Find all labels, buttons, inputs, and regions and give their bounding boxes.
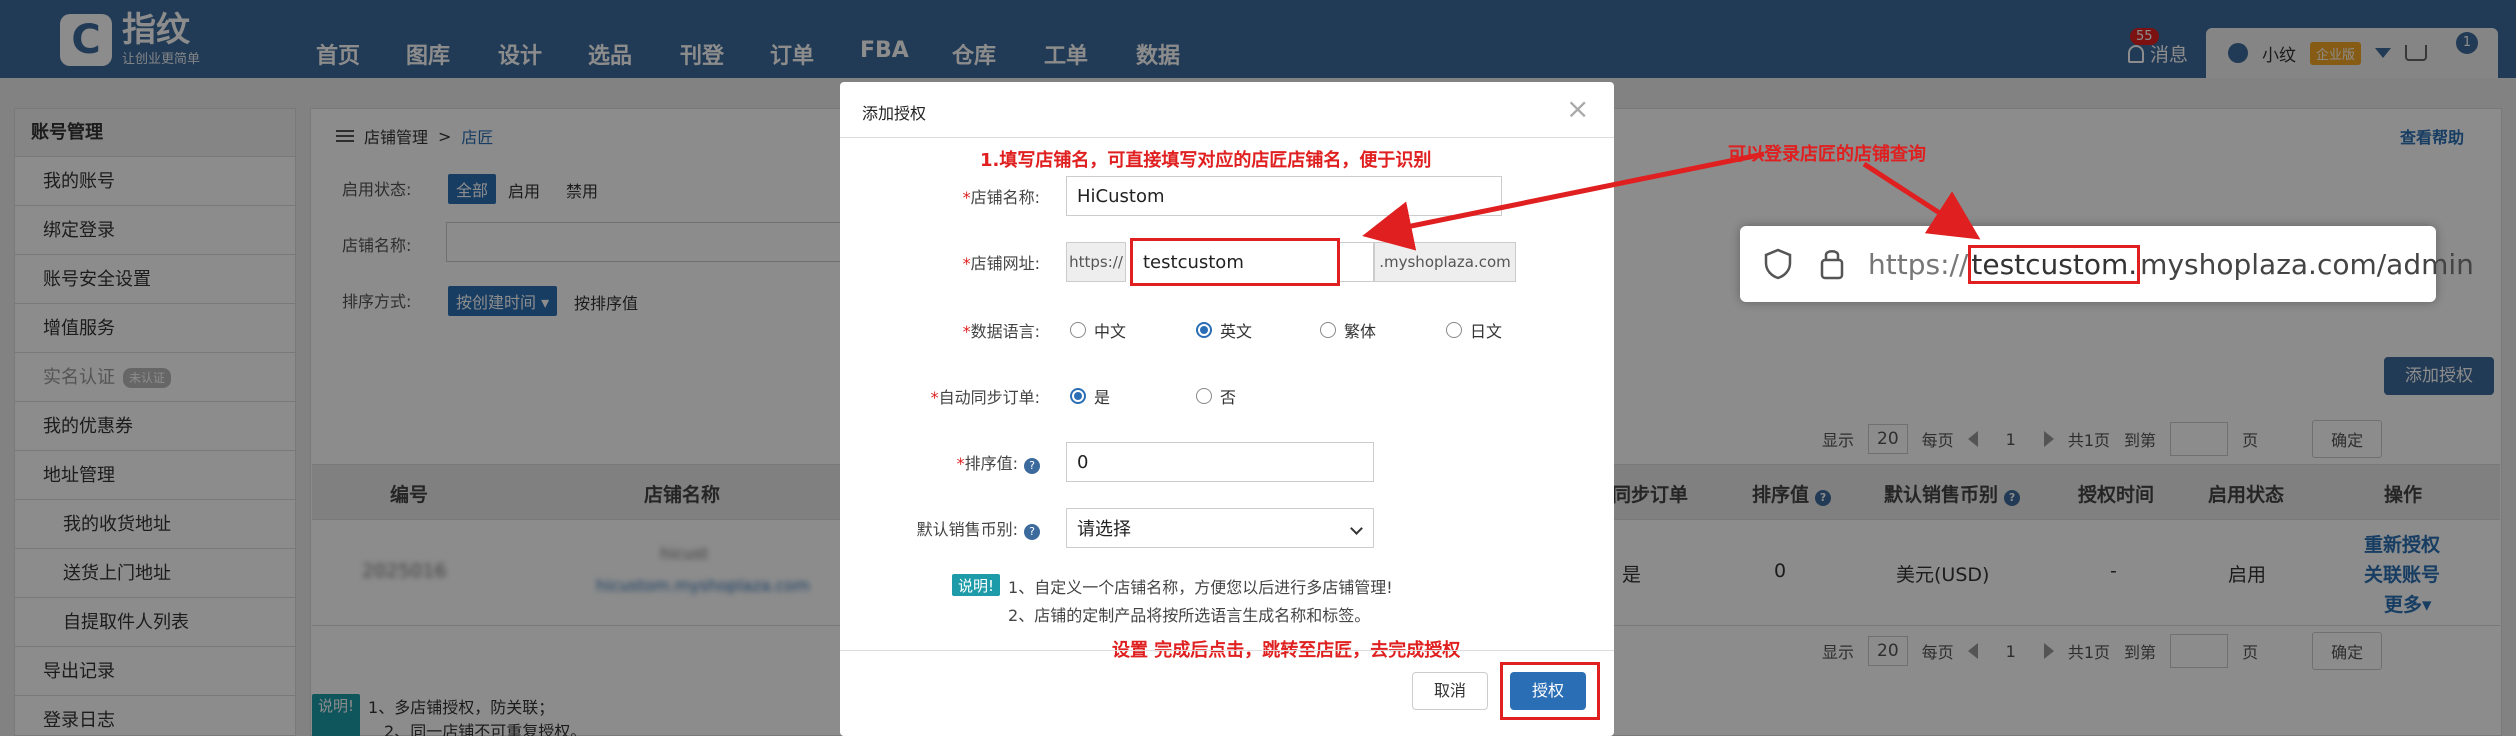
arrow-to-browser-url bbox=[1862, 161, 1981, 240]
annotation-arrows bbox=[1362, 151, 1981, 251]
arrow-to-url-input bbox=[1362, 151, 1765, 251]
